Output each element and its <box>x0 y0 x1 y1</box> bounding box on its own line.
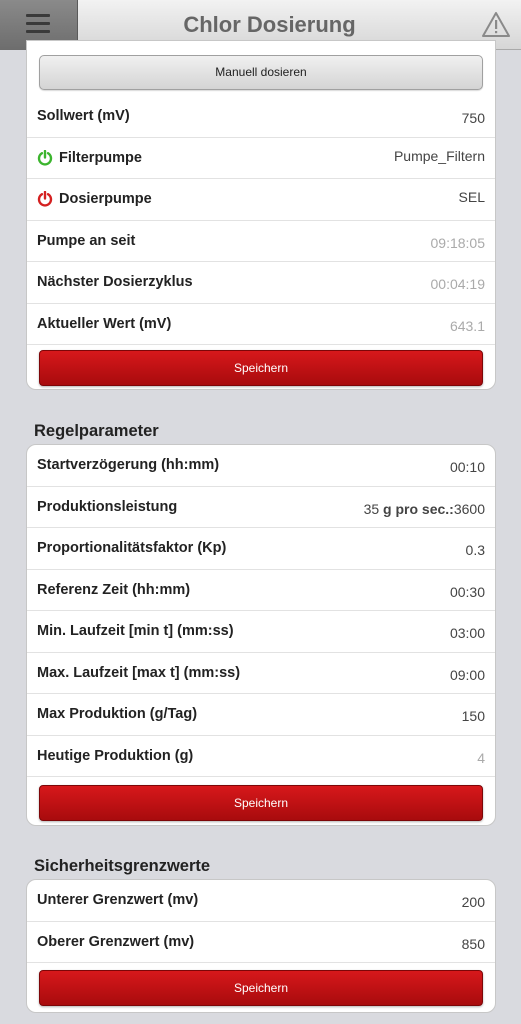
production-rate-value[interactable]: 35 g pro sec.:3600 <box>364 501 485 517</box>
max-runtime-row[interactable]: Max. Laufzeit [max t] (mm:ss) 09:00 <box>27 653 495 694</box>
save-button-dosing[interactable]: Speichern <box>39 350 483 386</box>
production-rate-amount: 35 <box>363 500 380 517</box>
setpoint-label: Sollwert (mV) <box>37 108 130 124</box>
filter-pump-label: Filterpumpe <box>59 149 142 166</box>
save-button-regel[interactable]: Speichern <box>39 785 483 821</box>
pump-on-since-value: 09:18:05 <box>430 234 486 251</box>
kp-label: Proportionalitätsfaktor (Kp) <box>37 540 227 556</box>
dosing-pump-value[interactable]: SEL <box>459 189 485 205</box>
today-production-value: 4 <box>477 749 485 766</box>
start-delay-row[interactable]: Startverzögerung (hh:mm) 00:10 <box>27 445 495 487</box>
setpoint-row[interactable]: Sollwert (mV) 750 <box>27 96 495 138</box>
pump-on-since-row: Pumpe an seit 09:18:05 <box>27 221 495 262</box>
current-value-value: 643.1 <box>449 317 485 334</box>
hamburger-menu-icon <box>26 14 50 17</box>
min-runtime-value[interactable]: 03:00 <box>450 625 485 641</box>
lower-limit-value[interactable]: 200 <box>462 894 485 910</box>
max-production-value[interactable]: 150 <box>462 708 485 724</box>
pump-on-since-label: Pumpe an seit <box>37 232 136 249</box>
production-rate-label: Produktionsleistung <box>37 498 178 515</box>
reference-time-row[interactable]: Referenz Zeit (hh:mm) 00:30 <box>27 570 495 611</box>
lower-limit-label: Unterer Grenzwert (mv) <box>37 892 199 908</box>
kp-value[interactable]: 0.3 <box>466 542 485 558</box>
dosing-pump-label-wrap: Dosierpumpe <box>37 191 152 207</box>
start-delay-label: Startverzögerung (hh:mm) <box>37 457 220 473</box>
max-production-label: Max Produktion (g/Tag) <box>37 706 198 722</box>
min-runtime-label: Min. Laufzeit [min t] (mm:ss) <box>37 623 234 639</box>
reference-time-value[interactable]: 00:30 <box>450 584 485 600</box>
max-runtime-label: Max. Laufzeit [max t] (mm:ss) <box>37 664 241 681</box>
hamburger-menu-icon-bar <box>26 30 50 33</box>
hamburger-menu-icon-bar <box>26 22 50 25</box>
upper-limit-value[interactable]: 850 <box>462 936 485 952</box>
safety-section-title: Sicherheitsgrenzwerte <box>34 857 211 875</box>
filter-pump-row[interactable]: Filterpumpe Pumpe_Filtern <box>27 138 495 179</box>
next-cycle-value: 00:04:19 <box>430 276 486 292</box>
reference-time-label: Referenz Zeit (hh:mm) <box>37 581 191 598</box>
save-button-safety[interactable]: Speichern <box>39 970 483 1006</box>
min-runtime-row[interactable]: Min. Laufzeit [min t] (mm:ss) 03:00 <box>27 611 495 653</box>
regel-section-title: Regelparameter <box>34 422 159 440</box>
power-off-icon <box>37 191 53 207</box>
safety-card: Unterer Grenzwert (mv) 200 Oberer Grenzw… <box>26 879 496 1013</box>
dosing-pump-row[interactable]: Dosierpumpe SEL <box>27 179 495 221</box>
manual-dose-button[interactable]: Manuell dosieren <box>39 55 483 90</box>
start-delay-value[interactable]: 00:10 <box>450 459 485 475</box>
power-on-icon <box>37 149 53 166</box>
max-production-row[interactable]: Max Produktion (g/Tag) 150 <box>27 694 495 736</box>
next-cycle-row: Nächster Dosierzyklus 00:04:19 <box>27 262 495 304</box>
setpoint-value[interactable]: 750 <box>462 110 485 126</box>
filter-pump-value[interactable]: Pumpe_Filtern <box>394 148 485 164</box>
upper-limit-label: Oberer Grenzwert (mv) <box>37 933 195 950</box>
filter-pump-label-wrap: Filterpumpe <box>37 149 142 166</box>
kp-row[interactable]: Proportionalitätsfaktor (Kp) 0.3 <box>27 528 495 570</box>
today-production-label: Heutige Produktion (g) <box>37 747 194 764</box>
production-rate-unit: g pro sec.: <box>383 500 454 517</box>
regel-card: Startverzögerung (hh:mm) 00:10 Produktio… <box>26 444 496 826</box>
today-production-row: Heutige Produktion (g) 4 <box>27 736 495 777</box>
upper-limit-row[interactable]: Oberer Grenzwert (mv) 850 <box>27 922 495 963</box>
dosing-card: Manuell dosieren Sollwert (mV) 750 Filte… <box>26 40 496 390</box>
warning-triangle-icon[interactable] <box>481 11 511 38</box>
dosing-pump-label: Dosierpumpe <box>59 191 152 207</box>
lower-limit-row[interactable]: Unterer Grenzwert (mv) 200 <box>27 880 495 922</box>
production-rate-row[interactable]: Produktionsleistung 35 g pro sec.:3600 <box>27 487 495 528</box>
production-rate-seconds: 3600 <box>453 500 485 517</box>
max-runtime-value[interactable]: 09:00 <box>450 667 485 683</box>
current-value-row: Aktueller Wert (mV) 643.1 <box>27 304 495 345</box>
current-value-label: Aktueller Wert (mV) <box>37 315 172 332</box>
next-cycle-label: Nächster Dosierzyklus <box>37 274 193 290</box>
